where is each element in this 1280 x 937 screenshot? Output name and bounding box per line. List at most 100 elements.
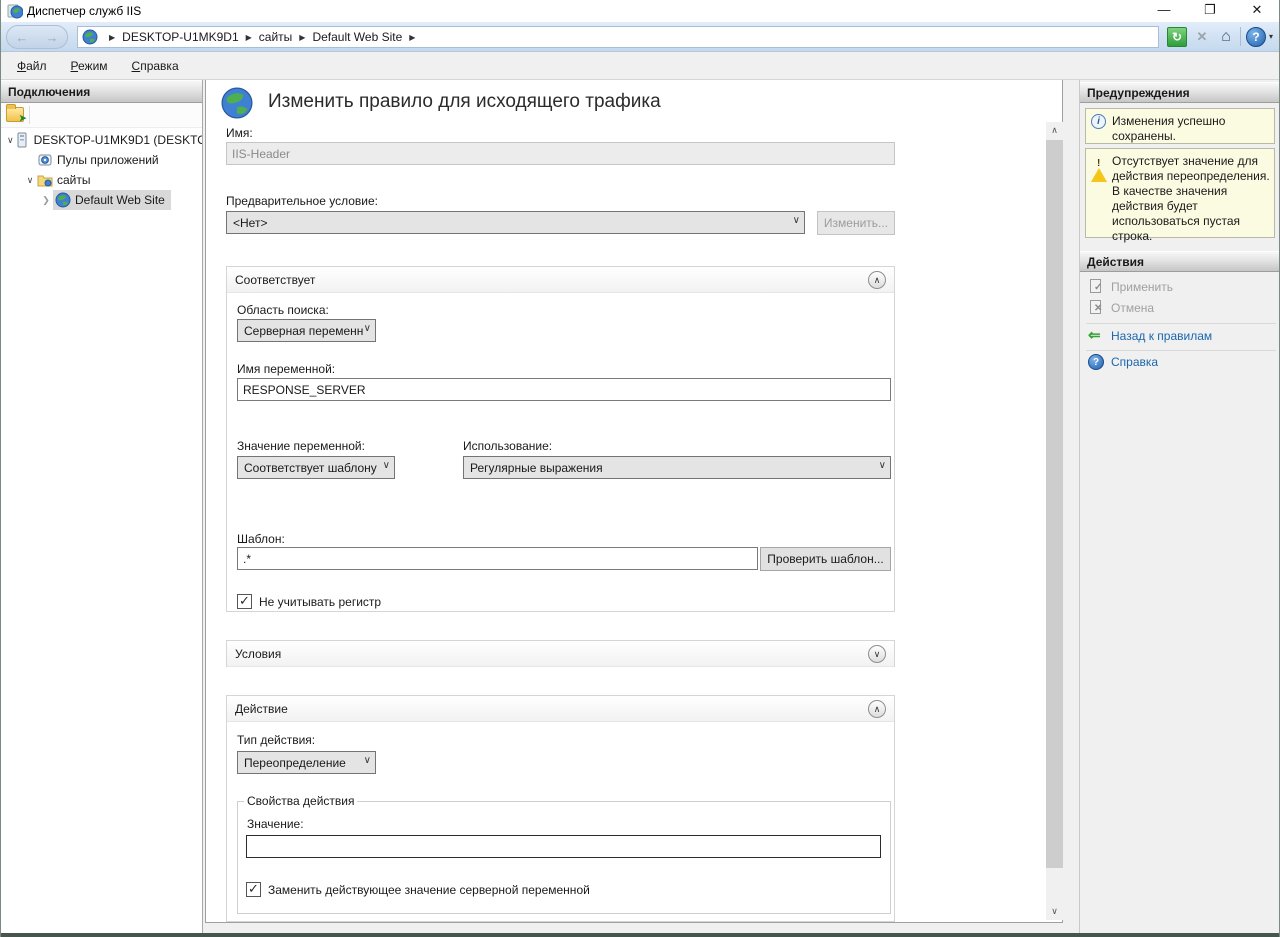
collapse-icon[interactable]: ∨ [7, 135, 14, 146]
usage-select[interactable]: Регулярные выражения ∨ [463, 456, 891, 479]
collapse-icon[interactable]: ∨ [23, 175, 37, 186]
back-to-rules-label[interactable]: Назад к правилам [1111, 329, 1212, 343]
divider [1086, 323, 1276, 324]
action-section-title: Действие [227, 696, 894, 722]
chevron-down-icon: ∨ [793, 215, 800, 226]
expand-section-button[interactable]: ∨ [868, 645, 886, 663]
help-icon[interactable]: ? [1246, 27, 1266, 47]
breadcrumb-arrow-icon[interactable]: ▶ [299, 33, 305, 42]
scope-select[interactable]: Серверная переменн ∨ [237, 319, 376, 342]
menu-help[interactable]: Справка [124, 55, 187, 77]
menu-view[interactable]: Режим [63, 55, 116, 77]
app-pools-icon [37, 152, 53, 168]
page-title: Изменить правило для исходящего трафика [268, 91, 661, 113]
scroll-down-icon[interactable]: ∨ [1046, 903, 1063, 920]
panel-gap [205, 923, 1063, 933]
back-arrow-icon: ⇐ [1088, 328, 1104, 344]
connections-tree: ∨ DESKTOP-U1MK9D1 (DESKTOI Пулы приложен… [1, 130, 202, 210]
warning-notice: Отсутствует значение для действия переоп… [1085, 148, 1275, 238]
sites-folder-icon [37, 172, 53, 188]
ignore-case-label[interactable]: Не учитывать регистр [259, 595, 381, 609]
iis-manager-window: Диспетчер служб IIS — ❐ ✕ ← → ▶ DESKTOP-… [0, 0, 1280, 937]
breadcrumb-item-default-web-site[interactable]: Default Web Site [312, 30, 402, 44]
refresh-icon[interactable]: ↻ [1167, 27, 1187, 47]
site-globe-icon [55, 192, 71, 208]
help-link[interactable]: ? Справка [1088, 354, 1158, 370]
apply-action: ✓ Применить [1088, 279, 1173, 295]
match-section: Соответствует ∧ Область поиска: Серверна… [226, 266, 895, 612]
page-globe-icon [220, 86, 254, 120]
tree-item-label: DESKTOP-U1MK9D1 (DESKTOI [34, 133, 202, 147]
action-type-select[interactable]: Переопределение ∨ [237, 751, 376, 774]
action-section: Действие ∧ Тип действия: Переопределение… [226, 695, 895, 922]
scroll-up-icon[interactable]: ∧ [1046, 122, 1063, 139]
apply-icon: ✓ [1088, 279, 1104, 295]
chevron-down-icon: ∨ [383, 460, 390, 471]
test-pattern-button[interactable]: Проверить шаблон... [760, 547, 891, 571]
vertical-scrollbar[interactable]: ∧ ∨ [1046, 122, 1063, 920]
address-bar: ← → ▶ DESKTOP-U1MK9D1 ▶ сайты ▶ Default … [1, 22, 1280, 52]
breadcrumb-arrow-icon[interactable]: ▶ [409, 33, 415, 42]
info-notice: i Изменения успешно сохранены. [1085, 108, 1275, 144]
action-properties-group: Свойства действия Значение: Заменить дей… [237, 794, 891, 914]
usage-value: Регулярные выражения [470, 461, 603, 475]
back-to-rules-link[interactable]: ⇐ Назад к правилам [1088, 328, 1212, 344]
collapse-section-button[interactable]: ∧ [868, 271, 886, 289]
divider [1086, 350, 1276, 351]
help-label[interactable]: Справка [1111, 355, 1158, 369]
nav-buttons: ← → [6, 25, 68, 49]
forward-icon: → [46, 30, 59, 45]
name-field [226, 142, 895, 165]
replace-value-label[interactable]: Заменить действующее значение серверной … [268, 883, 590, 897]
cancel-icon: ✕ [1088, 300, 1104, 316]
chevron-down-icon: ∨ [364, 755, 371, 766]
expand-icon[interactable]: ❯ [39, 195, 53, 206]
feature-page: Изменить правило для исходящего трафика … [205, 80, 1063, 923]
window-bottom-border [1, 933, 1280, 937]
minimize-button[interactable]: — [1147, 0, 1181, 22]
close-button[interactable]: ✕ [1240, 0, 1274, 22]
precondition-value: <Нет> [233, 216, 267, 230]
tree-item-app-pools[interactable]: Пулы приложений [1, 150, 202, 170]
conditions-section-title: Условия [227, 641, 894, 667]
cancel-label: Отмена [1111, 301, 1154, 315]
chevron-down-icon: ∨ [879, 460, 886, 471]
breadcrumb[interactable]: ▶ DESKTOP-U1MK9D1 ▶ сайты ▶ Default Web … [77, 26, 1159, 48]
variable-name-label: Имя переменной: [237, 362, 335, 376]
variable-name-field[interactable] [237, 378, 891, 401]
match-section-title: Соответствует [227, 267, 894, 293]
window-title: Диспетчер служб IIS [27, 4, 141, 18]
title-bar: Диспетчер служб IIS — ❐ ✕ [1, 0, 1280, 22]
scope-value: Серверная переменн [244, 324, 363, 338]
breadcrumb-item-server[interactable]: DESKTOP-U1MK9D1 [122, 30, 238, 44]
pattern-label: Шаблон: [237, 532, 285, 546]
tree-item-label: Пулы приложений [57, 153, 159, 167]
value-field[interactable] [246, 835, 881, 858]
scrollbar-thumb[interactable] [1046, 140, 1063, 868]
pattern-field[interactable] [237, 547, 758, 570]
connections-toolbar: ➤ [1, 103, 202, 128]
warning-message: Отсутствует значение для действия переоп… [1112, 154, 1270, 243]
menu-file[interactable]: Файл [9, 55, 55, 77]
name-label: Имя: [226, 126, 253, 140]
replace-value-checkbox[interactable] [246, 882, 261, 897]
collapse-section-button[interactable]: ∧ [868, 700, 886, 718]
breadcrumb-arrow-icon[interactable]: ▶ [246, 33, 252, 42]
precondition-select[interactable]: <Нет> ∨ [226, 211, 805, 234]
restore-button[interactable]: ❐ [1193, 0, 1227, 22]
variable-value-select[interactable]: Соответствует шаблону ∨ [237, 456, 395, 479]
breadcrumb-item-sites[interactable]: сайты [259, 30, 293, 44]
warning-icon [1091, 154, 1106, 169]
help-caret-icon[interactable]: ▾ [1269, 32, 1273, 41]
globe-icon [82, 29, 98, 45]
save-connection-icon[interactable]: ➤ [6, 107, 24, 122]
usage-label: Использование: [463, 439, 552, 453]
connections-header: Подключения [1, 80, 202, 103]
tree-item-default-web-site[interactable]: ❯ Default Web Site [1, 190, 202, 210]
ignore-case-checkbox[interactable] [237, 594, 252, 609]
home-icon[interactable]: ⌂ [1216, 27, 1236, 47]
tree-item-server[interactable]: ∨ DESKTOP-U1MK9D1 (DESKTOI [1, 130, 202, 150]
tree-item-sites[interactable]: ∨ сайты [1, 170, 202, 190]
menu-bar: Файл Режим Справка [1, 52, 1280, 80]
back-icon: ← [16, 30, 29, 45]
